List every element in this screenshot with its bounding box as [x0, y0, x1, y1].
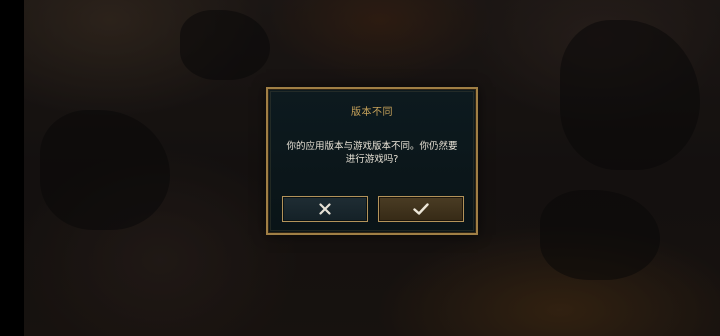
confirm-button[interactable]	[378, 196, 464, 222]
cancel-button[interactable]	[282, 196, 368, 222]
dialog-message-line: 你的应用版本与游戏版本不同。你仍然要	[286, 141, 458, 152]
dialog-message-line: 进行游戏吗?	[345, 154, 399, 165]
dialog-message: 你的应用版本与游戏版本不同。你仍然要 进行游戏吗?	[280, 140, 464, 166]
screen-edge-bar	[0, 0, 24, 336]
version-mismatch-dialog: 版本不同 你的应用版本与游戏版本不同。你仍然要 进行游戏吗?	[266, 87, 478, 235]
dialog-title: 版本不同	[351, 107, 393, 118]
close-icon	[319, 203, 331, 215]
game-background: 版本不同 你的应用版本与游戏版本不同。你仍然要 进行游戏吗?	[0, 0, 720, 336]
checkmark-icon	[413, 203, 429, 215]
